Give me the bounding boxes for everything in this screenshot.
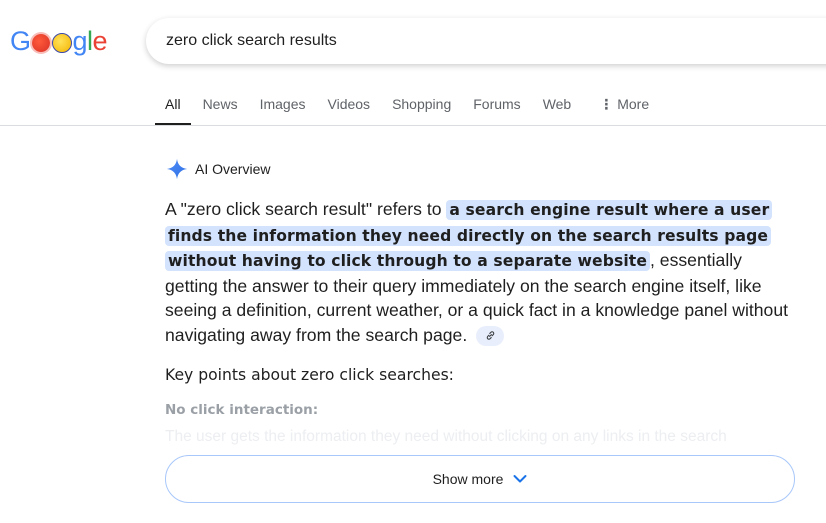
tab-label: More bbox=[617, 96, 650, 112]
ai-overview-title: AI Overview bbox=[195, 161, 271, 177]
tab-more[interactable]: ⋮ More bbox=[599, 88, 649, 126]
key-points-heading: Key points about zero click searches: bbox=[165, 366, 454, 384]
paragraph-lead: A "zero click search result" refers to bbox=[165, 199, 447, 219]
tab-news[interactable]: News bbox=[203, 88, 238, 126]
search-box[interactable] bbox=[146, 18, 826, 64]
doodle-character-red-icon bbox=[31, 34, 50, 52]
logo-letter-e: e bbox=[92, 25, 108, 56]
source-link-button[interactable] bbox=[476, 325, 505, 346]
link-icon bbox=[486, 331, 494, 341]
doodle-character-yellow-icon bbox=[51, 33, 72, 53]
search-input[interactable] bbox=[166, 32, 766, 50]
tab-label: All bbox=[165, 96, 181, 112]
tab-all[interactable]: All bbox=[155, 88, 191, 126]
logo-letter-g: G bbox=[10, 25, 31, 56]
logo-letter-g2: g bbox=[72, 25, 88, 56]
tab-label: Web bbox=[542, 96, 572, 112]
vertical-dots-icon: ⋮ bbox=[599, 96, 614, 112]
tab-forums[interactable]: Forums bbox=[473, 88, 520, 126]
tab-label: Images bbox=[259, 96, 306, 112]
tab-videos[interactable]: Videos bbox=[328, 88, 371, 126]
show-more-button[interactable]: Show more bbox=[165, 455, 795, 503]
key-point-subheading: No click interaction: bbox=[165, 402, 319, 418]
tab-label: Videos bbox=[327, 96, 371, 112]
tab-label: News bbox=[202, 96, 238, 112]
chevron-down-icon bbox=[513, 475, 527, 483]
sparkle-icon bbox=[166, 158, 188, 180]
tab-images[interactable]: Images bbox=[260, 88, 306, 126]
google-logo[interactable]: G g l e bbox=[10, 24, 108, 58]
show-more-label: Show more bbox=[432, 471, 504, 487]
tab-shopping[interactable]: Shopping bbox=[392, 88, 451, 126]
tab-label: Forums bbox=[473, 96, 521, 112]
tab-web[interactable]: Web bbox=[543, 88, 572, 126]
tab-divider bbox=[0, 125, 826, 126]
tab-label: Shopping bbox=[392, 96, 452, 112]
key-point-faded-text: The user gets the information they need … bbox=[165, 428, 727, 445]
ai-overview-paragraph: A "zero click search result" refers to a… bbox=[165, 197, 795, 347]
ai-overview-header: AI Overview bbox=[166, 158, 270, 180]
search-tabs: All News Images Videos Shopping Forums W… bbox=[155, 88, 671, 126]
